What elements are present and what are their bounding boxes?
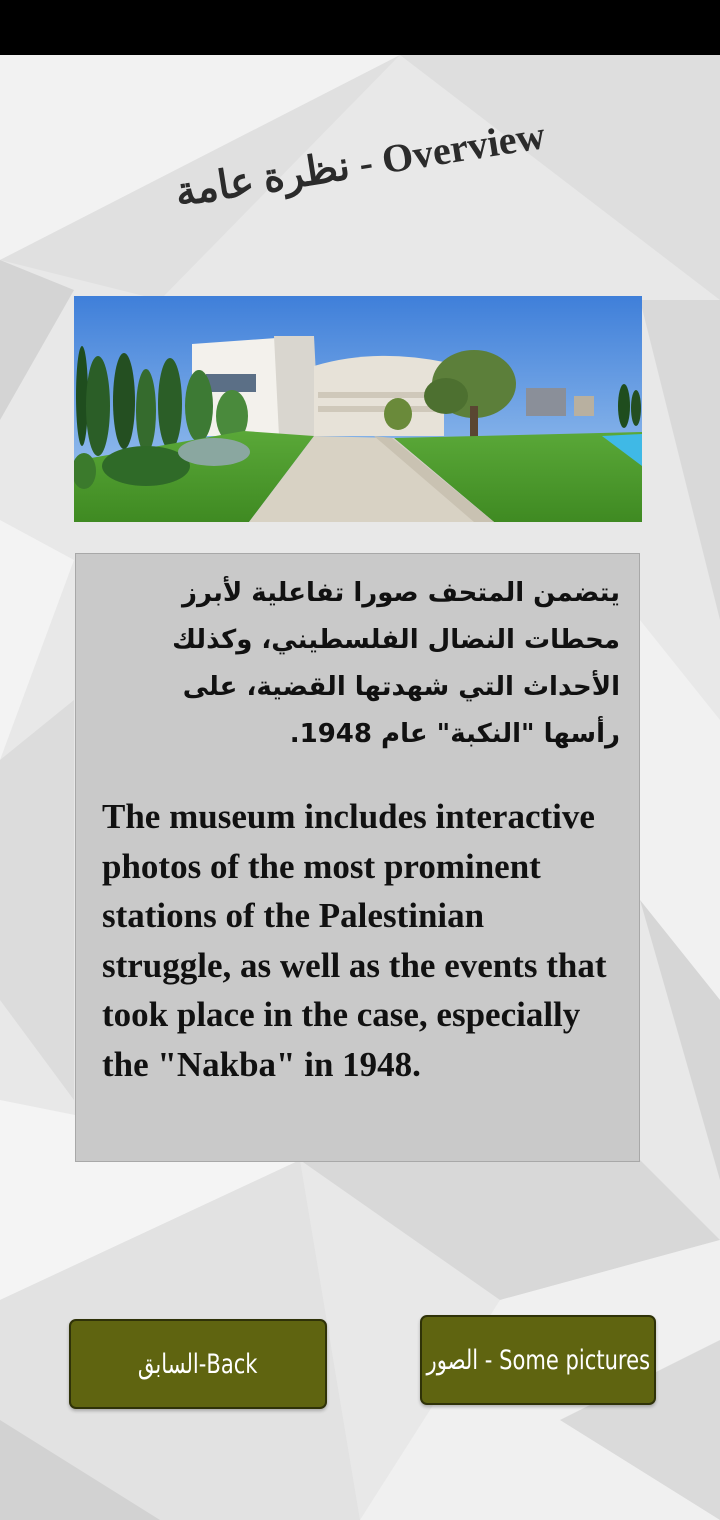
- description-box: يتضمن المتحف صورا تفاعلية لأبرز محطات ال…: [75, 553, 640, 1162]
- hero-image: [74, 296, 642, 522]
- some-pictures-button[interactable]: الصور - Some pictures: [420, 1315, 656, 1405]
- museum-building-image: [74, 296, 642, 522]
- back-button-label: السابق-Back: [138, 1348, 258, 1380]
- status-bar: [0, 0, 720, 55]
- back-button[interactable]: السابق-Back: [69, 1319, 327, 1409]
- description-english: The museum includes interactive photos o…: [102, 797, 607, 1084]
- some-pictures-button-label: الصور - Some pictures: [426, 1344, 650, 1376]
- description-arabic: يتضمن المتحف صورا تفاعلية لأبرز محطات ال…: [172, 578, 620, 749]
